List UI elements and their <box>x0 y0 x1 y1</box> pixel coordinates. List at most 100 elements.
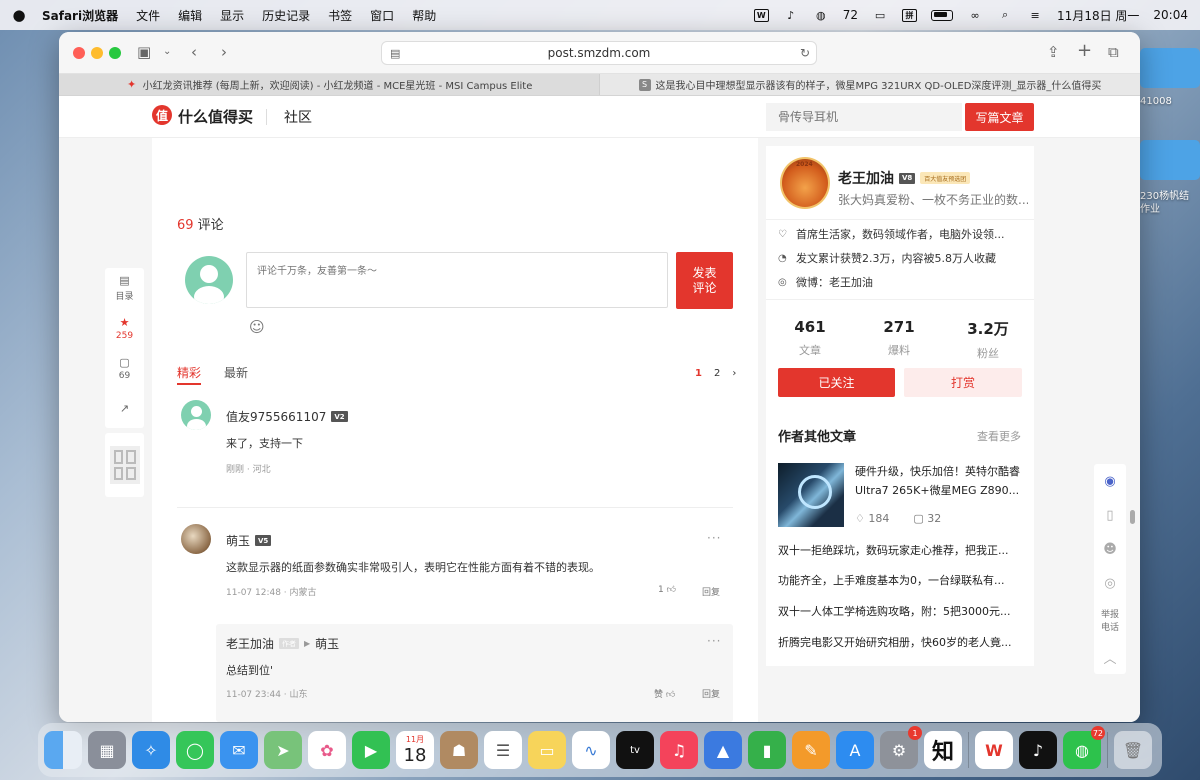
commenter-name[interactable]: 萌玉 V5 <box>226 532 272 549</box>
tip-button[interactable]: 打赏 <box>904 368 1022 397</box>
favorite-button[interactable]: ★ 259 <box>105 308 144 348</box>
comment-author[interactable]: 萌玉 <box>226 532 250 549</box>
chevron-down-icon[interactable]: ⌄ <box>163 46 171 57</box>
toc-button[interactable]: ▤ 目录 <box>105 268 144 308</box>
view-more-link[interactable]: 查看更多 <box>977 428 1021 444</box>
nav-community[interactable]: 社区 <box>284 107 312 127</box>
commenter-avatar[interactable] <box>181 524 211 554</box>
reply-target[interactable]: 萌玉 <box>315 635 339 652</box>
tiktok-status-icon[interactable]: ♪ <box>783 8 799 22</box>
author-name[interactable]: 老王加油 <box>838 168 894 188</box>
menu-view[interactable]: 显示 <box>220 7 244 24</box>
qr-code-button[interactable] <box>105 433 144 497</box>
music-icon[interactable]: ♫ <box>660 731 698 769</box>
zoom-window-button[interactable] <box>109 47 121 59</box>
back-arrow-icon[interactable]: ‹ <box>191 43 197 61</box>
wechat-icon[interactable]: ◍ 72 <box>1063 726 1105 769</box>
menu-help[interactable]: 帮助 <box>412 7 436 24</box>
input-method-icon[interactable]: 拼 <box>902 8 918 22</box>
photos-icon[interactable]: ✿ <box>308 731 346 769</box>
commenter-avatar[interactable] <box>181 400 211 430</box>
reply-author[interactable]: 老王加油 <box>226 635 274 652</box>
like-button[interactable]: 赞 👍︎ <box>654 687 675 700</box>
desktop-folder-2[interactable] <box>1140 140 1200 180</box>
menubar-date[interactable]: 11月18日 周一 <box>1057 7 1139 24</box>
lifebuoy-icon[interactable]: ◎ <box>1094 566 1126 600</box>
article-link[interactable]: 双十一拒绝踩坑，数码玩家走心推荐，把我正... <box>778 542 1026 558</box>
trash-icon[interactable]: 🗑︎ <box>1114 731 1152 769</box>
pages-icon[interactable]: ✎ <box>792 731 830 769</box>
author-avatar[interactable] <box>780 157 830 209</box>
control-center-icon[interactable]: ≡ <box>1027 8 1043 22</box>
contacts-icon[interactable]: ☗ <box>440 731 478 769</box>
comment-input[interactable] <box>246 252 668 308</box>
more-options-icon[interactable]: ··· <box>707 531 721 545</box>
reload-icon[interactable]: ↻ <box>800 46 810 60</box>
menubar-time[interactable]: 20:04 <box>1153 8 1188 22</box>
close-window-button[interactable] <box>73 47 85 59</box>
article-link[interactable]: 功能齐全，上手难度基本为0，一台绿联私有... <box>778 572 1026 588</box>
site-logo-text[interactable]: 什么值得买 <box>178 106 253 127</box>
next-page-icon[interactable]: › <box>732 368 736 379</box>
wechat-status-icon[interactable]: ◍ <box>813 8 829 22</box>
mobile-icon[interactable]: ▯ <box>1094 498 1126 532</box>
link-icon[interactable]: ∞ <box>967 8 983 22</box>
finder-icon[interactable] <box>44 731 82 769</box>
messages-icon[interactable]: ◯ <box>176 731 214 769</box>
comment-author[interactable]: 值友9755661107 <box>226 408 326 425</box>
calendar-icon[interactable]: 11月 18 <box>396 731 434 769</box>
follow-button[interactable]: 已关注 <box>778 368 895 397</box>
display-icon[interactable]: ▭ <box>872 8 888 22</box>
tab-overview-icon[interactable]: ⧉ <box>1108 43 1119 61</box>
wps-status-icon[interactable]: W <box>753 8 769 22</box>
new-tab-icon[interactable]: + <box>1077 40 1092 61</box>
featured-article-title[interactable]: 硬件升级，快乐加倍！英特尔酷睿Ultra7 265K+微星MEG Z890... <box>855 462 1027 500</box>
site-search-input[interactable] <box>766 103 962 131</box>
emoji-icon[interactable]: ☺ <box>249 318 265 336</box>
page-1[interactable]: 1 <box>695 368 702 379</box>
report-phone-button[interactable]: 举报 电话 <box>1094 600 1126 640</box>
facetime-icon[interactable]: ▶ <box>352 731 390 769</box>
stat-fans[interactable]: 3.2万 粉丝 <box>948 318 1028 361</box>
page-2[interactable]: 2 <box>714 368 720 379</box>
maps-icon[interactable]: ➤ <box>264 731 302 769</box>
stat-deals[interactable]: 271 爆料 <box>859 318 939 358</box>
site-logo-icon[interactable]: 值 <box>152 105 172 125</box>
menu-history[interactable]: 历史记录 <box>262 7 310 24</box>
search-icon[interactable]: ⌕ <box>997 8 1013 22</box>
mail-icon[interactable]: ✉ <box>220 731 258 769</box>
tab-featured[interactable]: 精彩 <box>177 364 201 381</box>
ai-assistant-icon[interactable]: ◉ <box>1094 464 1126 498</box>
menu-window[interactable]: 窗口 <box>370 7 394 24</box>
article-link[interactable]: 折腾完电影又开始研究相册，快60岁的老人竟... <box>778 634 1026 650</box>
reply-button[interactable]: 回复 <box>702 687 720 700</box>
chat-icon[interactable]: ☻ <box>1094 532 1126 566</box>
battery-icon[interactable] <box>931 9 954 21</box>
notes-icon[interactable]: ▭ <box>528 731 566 769</box>
tv-icon[interactable]: tv <box>616 731 654 769</box>
wps-icon[interactable]: W <box>975 731 1013 769</box>
submit-comment-button[interactable]: 发表 评论 <box>676 252 733 309</box>
apple-menu-icon[interactable]: ● <box>12 6 26 24</box>
more-options-icon[interactable]: ··· <box>707 634 721 648</box>
article-link[interactable]: 双十一人体工学椅选购攻略，附：5把3000元... <box>778 603 1026 619</box>
tab-xiaohonglong[interactable]: ✦ 小红龙资讯推荐 (每周上新，欢迎阅读) - 小红龙频道 - MCE星光班 -… <box>59 74 599 95</box>
comment-button[interactable]: ▢ 69 <box>105 348 144 388</box>
featured-article-image[interactable] <box>778 463 844 527</box>
launchpad-icon[interactable]: ▦ <box>88 731 126 769</box>
app-menu[interactable]: Safari浏览器 <box>42 7 118 24</box>
freeform-icon[interactable]: ∿ <box>572 731 610 769</box>
menu-file[interactable]: 文件 <box>136 7 160 24</box>
sidebar-toggle-icon[interactable]: ▣ <box>137 43 151 61</box>
safari-icon[interactable]: ✧ <box>132 731 170 769</box>
write-article-button[interactable]: 写篇文章 <box>965 103 1034 131</box>
share-icon[interactable]: ⇪ <box>1047 43 1060 61</box>
share-button[interactable]: ↗ <box>105 388 144 428</box>
reply-button[interactable]: 回复 <box>702 585 720 598</box>
reminders-icon[interactable]: ☰ <box>484 731 522 769</box>
scrollbar-thumb[interactable] <box>1130 510 1135 524</box>
system-settings-icon[interactable]: ⚙ 1 <box>880 726 922 769</box>
minimize-window-button[interactable] <box>91 47 103 59</box>
stat-articles[interactable]: 461 文章 <box>770 318 850 358</box>
app-store-icon[interactable]: A <box>836 731 874 769</box>
